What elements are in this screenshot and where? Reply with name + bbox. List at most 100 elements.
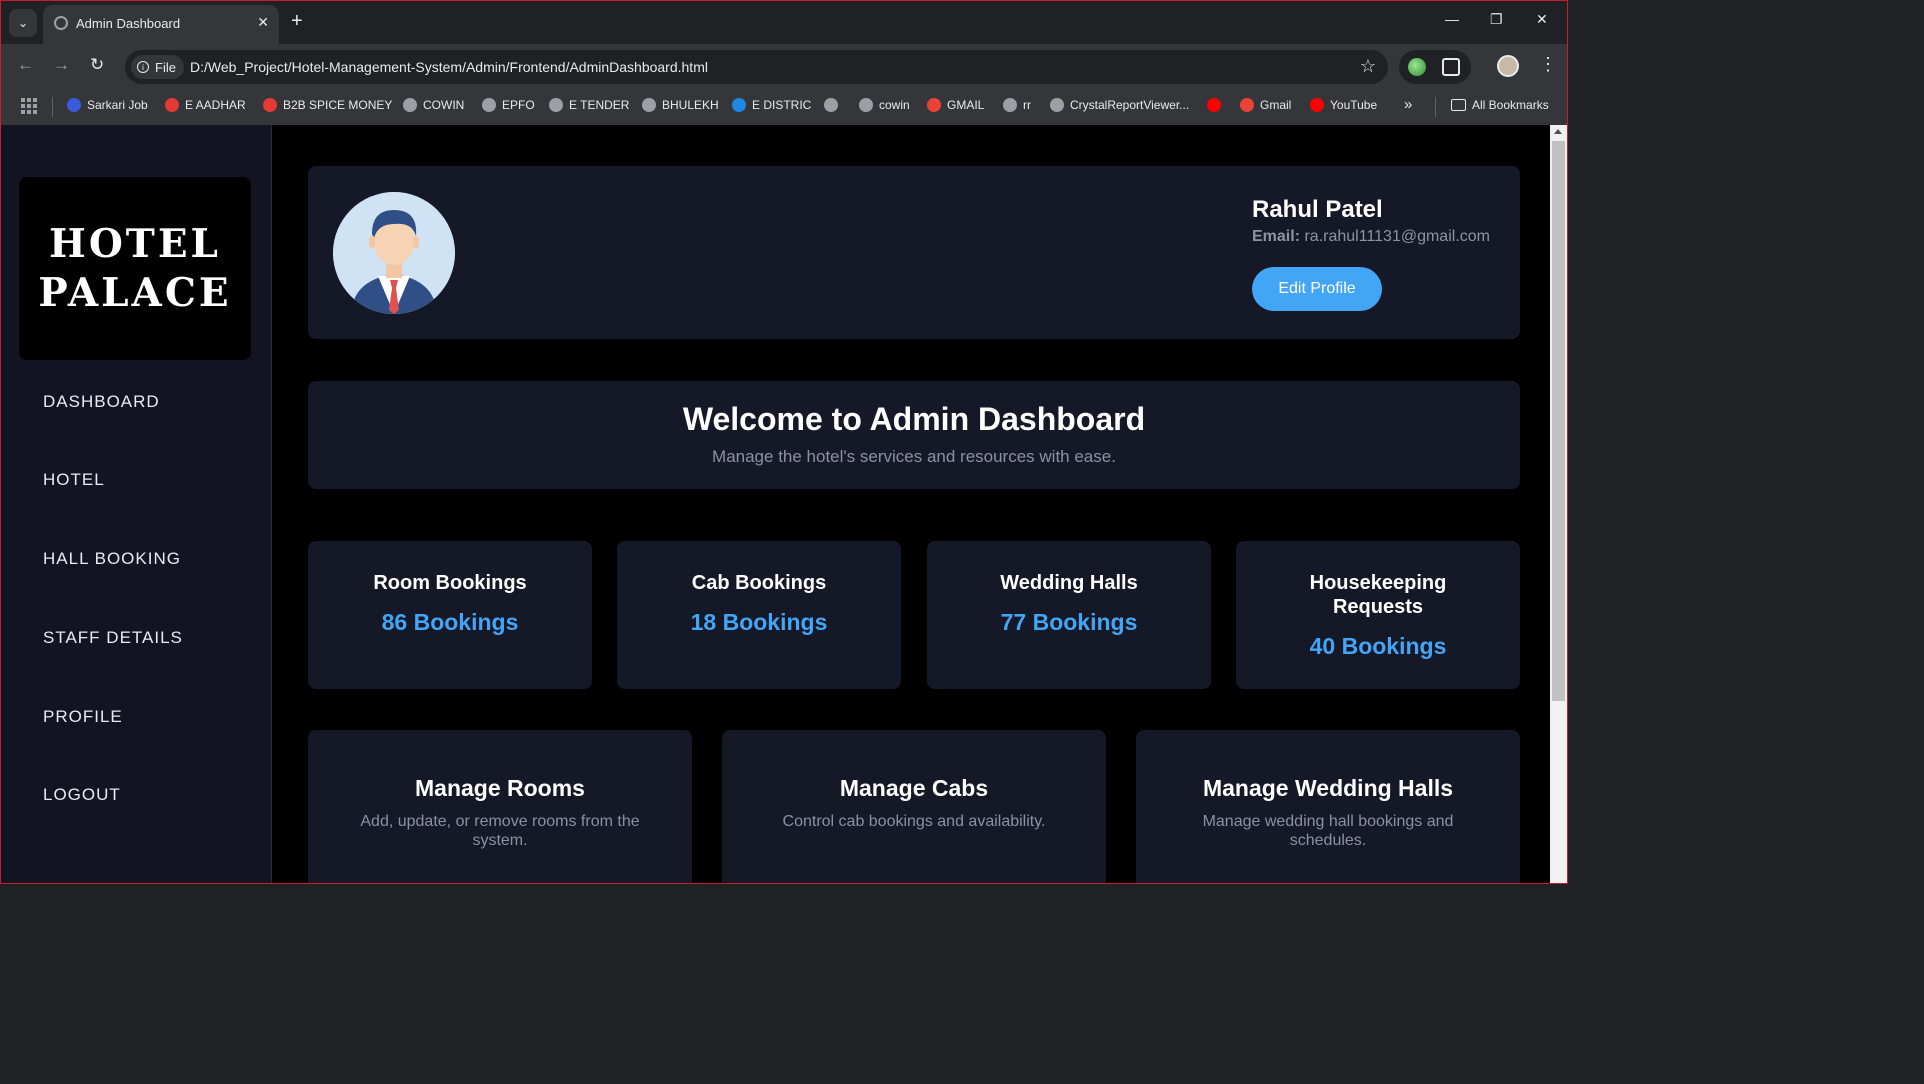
file-label: File xyxy=(155,59,176,75)
info-icon: i xyxy=(137,61,149,73)
puzzle-icon[interactable] xyxy=(1442,58,1460,76)
hotel-logo: HOTEL PALACE xyxy=(19,177,251,360)
bookmark-favicon-icon xyxy=(482,98,496,112)
profile-card: Rahul Patel Email: ra.rahul11131@gmail.c… xyxy=(308,166,1520,339)
new-tab-button[interactable]: + xyxy=(291,11,303,31)
main-content: Rahul Patel Email: ra.rahul11131@gmail.c… xyxy=(272,125,1550,883)
email-label: Email: xyxy=(1252,228,1301,245)
close-window-button[interactable]: ✕ xyxy=(1536,11,1548,28)
bookmark-item[interactable]: GMAIL xyxy=(927,98,984,112)
logo-line-2: PALACE xyxy=(38,269,232,316)
bookmark-divider xyxy=(1435,97,1436,117)
bookmarks-bar: Sarkari Job E AADHAR B2B SPICE MONEY COWIN E… xyxy=(1,89,1567,125)
sidebar-item-profile[interactable]: PROFILE xyxy=(43,707,123,727)
bookmark-star-icon[interactable]: ☆ xyxy=(1360,56,1376,77)
stat-card-cab-bookings[interactable]: Cab Bookings 18 Bookings xyxy=(617,541,901,689)
more-bookmarks-button[interactable]: » xyxy=(1404,96,1412,113)
bookmark-item[interactable]: YouTube xyxy=(1310,98,1377,112)
stat-value: 86 Bookings xyxy=(381,609,519,635)
bookmark-item[interactable]: EPFO xyxy=(482,98,535,112)
kebab-menu-icon[interactable]: ⋮ xyxy=(1539,55,1557,73)
bookmark-item[interactable]: rr xyxy=(1003,98,1031,112)
bookmark-item[interactable]: BHULEKH xyxy=(642,98,719,112)
sidebar-item-staff-details[interactable]: STAFF DETAILS xyxy=(43,628,183,648)
restore-button[interactable]: ❐ xyxy=(1490,11,1503,28)
bookmark-divider xyxy=(52,97,53,117)
stat-title: Room Bookings xyxy=(373,572,527,594)
close-tab-icon[interactable]: ✕ xyxy=(257,14,269,31)
bookmark-label: EPFO xyxy=(502,98,535,112)
sidebar-item-logout[interactable]: LOGOUT xyxy=(43,785,121,805)
address-bar[interactable]: i File D:/Web_Project/Hotel-Management-S… xyxy=(125,50,1388,84)
bookmark-item[interactable] xyxy=(824,98,838,112)
globe-icon xyxy=(54,16,68,30)
manage-rooms-card[interactable]: Manage Rooms Add, update, or remove room… xyxy=(308,730,692,883)
bookmark-label: GMAIL xyxy=(947,98,985,112)
bookmark-item[interactable]: B2B SPICE MONEY xyxy=(263,98,392,112)
manage-title: Manage Wedding Halls xyxy=(1202,775,1454,801)
sidebar-item-hotel[interactable]: HOTEL xyxy=(43,470,105,490)
bookmark-label: rr xyxy=(1023,98,1031,112)
bookmark-item[interactable]: Sarkari Job xyxy=(67,98,148,112)
scroll-thumb[interactable] xyxy=(1552,141,1565,701)
stat-card-room-bookings[interactable]: Room Bookings 86 Bookings xyxy=(308,541,592,689)
bookmark-label: B2B SPICE MONEY xyxy=(283,98,393,112)
bookmark-item[interactable]: cowin xyxy=(859,98,910,112)
welcome-title: Welcome to Admin Dashboard xyxy=(682,401,1146,437)
browser-toolbar: ← → ↻ i File D:/Web_Project/Hotel-Manage… xyxy=(1,44,1567,89)
bookmark-item[interactable]: CrystalReportViewer... xyxy=(1050,98,1189,112)
manage-description: Manage wedding hall bookings and schedul… xyxy=(1202,813,1454,849)
bookmark-label: Gmail xyxy=(1260,98,1292,112)
bookmark-item[interactable]: E AADHAR xyxy=(165,98,246,112)
edit-profile-button[interactable]: Edit Profile xyxy=(1252,267,1382,311)
bookmark-favicon-icon xyxy=(1310,98,1324,112)
manage-cabs-card[interactable]: Manage Cabs Control cab bookings and ava… xyxy=(722,730,1106,883)
bookmark-favicon-icon xyxy=(859,98,873,112)
scroll-up-arrow-icon[interactable] xyxy=(1554,129,1562,134)
bookmark-favicon-icon xyxy=(67,98,81,112)
manage-wedding-halls-card[interactable]: Manage Wedding Halls Manage wedding hall… xyxy=(1136,730,1520,883)
bookmark-favicon-icon xyxy=(927,98,941,112)
stat-value: 77 Bookings xyxy=(1000,609,1138,635)
bookmark-item[interactable]: E DISTRIC xyxy=(732,98,811,112)
stat-card-wedding-halls[interactable]: Wedding Halls 77 Bookings xyxy=(927,541,1211,689)
back-button[interactable]: ← xyxy=(17,56,34,73)
sidebar-item-dashboard[interactable]: DASHBOARD xyxy=(43,392,160,412)
tab-admin-dashboard[interactable]: Admin Dashboard ✕ xyxy=(43,5,279,44)
bookmark-item[interactable]: E TENDER xyxy=(549,98,629,112)
email-value: ra.rahul11131@gmail.com xyxy=(1304,228,1490,245)
manage-title: Manage Rooms xyxy=(415,775,585,801)
bookmark-item[interactable] xyxy=(1207,98,1221,112)
page-scrollbar[interactable] xyxy=(1550,125,1567,883)
stat-title: Cab Bookings xyxy=(691,572,827,594)
reload-button[interactable]: ↻ xyxy=(90,56,104,73)
stat-card-housekeeping[interactable]: Housekeeping Requests 40 Bookings xyxy=(1236,541,1520,689)
url-text[interactable]: D:/Web_Project/Hotel-Management-System/A… xyxy=(190,59,708,75)
sidebar-item-hall-booking[interactable]: HALL BOOKING xyxy=(43,549,181,569)
browser-window: ⌄ Admin Dashboard ✕ + — ❐ ✕ ← → ↻ i File… xyxy=(0,0,1568,884)
profile-avatar-icon[interactable] xyxy=(1497,55,1519,77)
welcome-card: Welcome to Admin Dashboard Manage the ho… xyxy=(308,381,1520,489)
all-bookmarks-button[interactable]: All Bookmarks xyxy=(1451,98,1549,112)
bookmark-favicon-icon xyxy=(1207,98,1221,112)
bookmark-label: BHULEKH xyxy=(662,98,719,112)
manage-description: Add, update, or remove rooms from the sy… xyxy=(360,813,640,849)
bookmark-item[interactable]: COWIN xyxy=(403,98,464,112)
bookmark-item[interactable]: Gmail xyxy=(1240,98,1291,112)
site-info-chip[interactable]: i File xyxy=(131,55,184,79)
bookmark-favicon-icon xyxy=(403,98,417,112)
extension-icon[interactable] xyxy=(1408,58,1426,76)
bookmark-favicon-icon xyxy=(165,98,179,112)
forward-button[interactable]: → xyxy=(53,56,70,73)
minimize-button[interactable]: — xyxy=(1445,11,1459,27)
bookmark-label: cowin xyxy=(879,98,910,112)
stat-title: Housekeeping Requests xyxy=(1309,572,1447,618)
folder-icon xyxy=(1451,99,1466,111)
manage-title: Manage Cabs xyxy=(839,775,989,801)
welcome-subtitle: Manage the hotel's services and resource… xyxy=(712,447,1116,466)
tab-strip: ⌄ Admin Dashboard ✕ + — ❐ ✕ xyxy=(1,1,1567,44)
apps-grid-icon[interactable] xyxy=(21,98,37,114)
stat-title: Wedding Halls xyxy=(1000,572,1138,594)
manage-description: Control cab bookings and availability. xyxy=(782,813,1046,830)
tab-search-button[interactable]: ⌄ xyxy=(9,9,37,37)
